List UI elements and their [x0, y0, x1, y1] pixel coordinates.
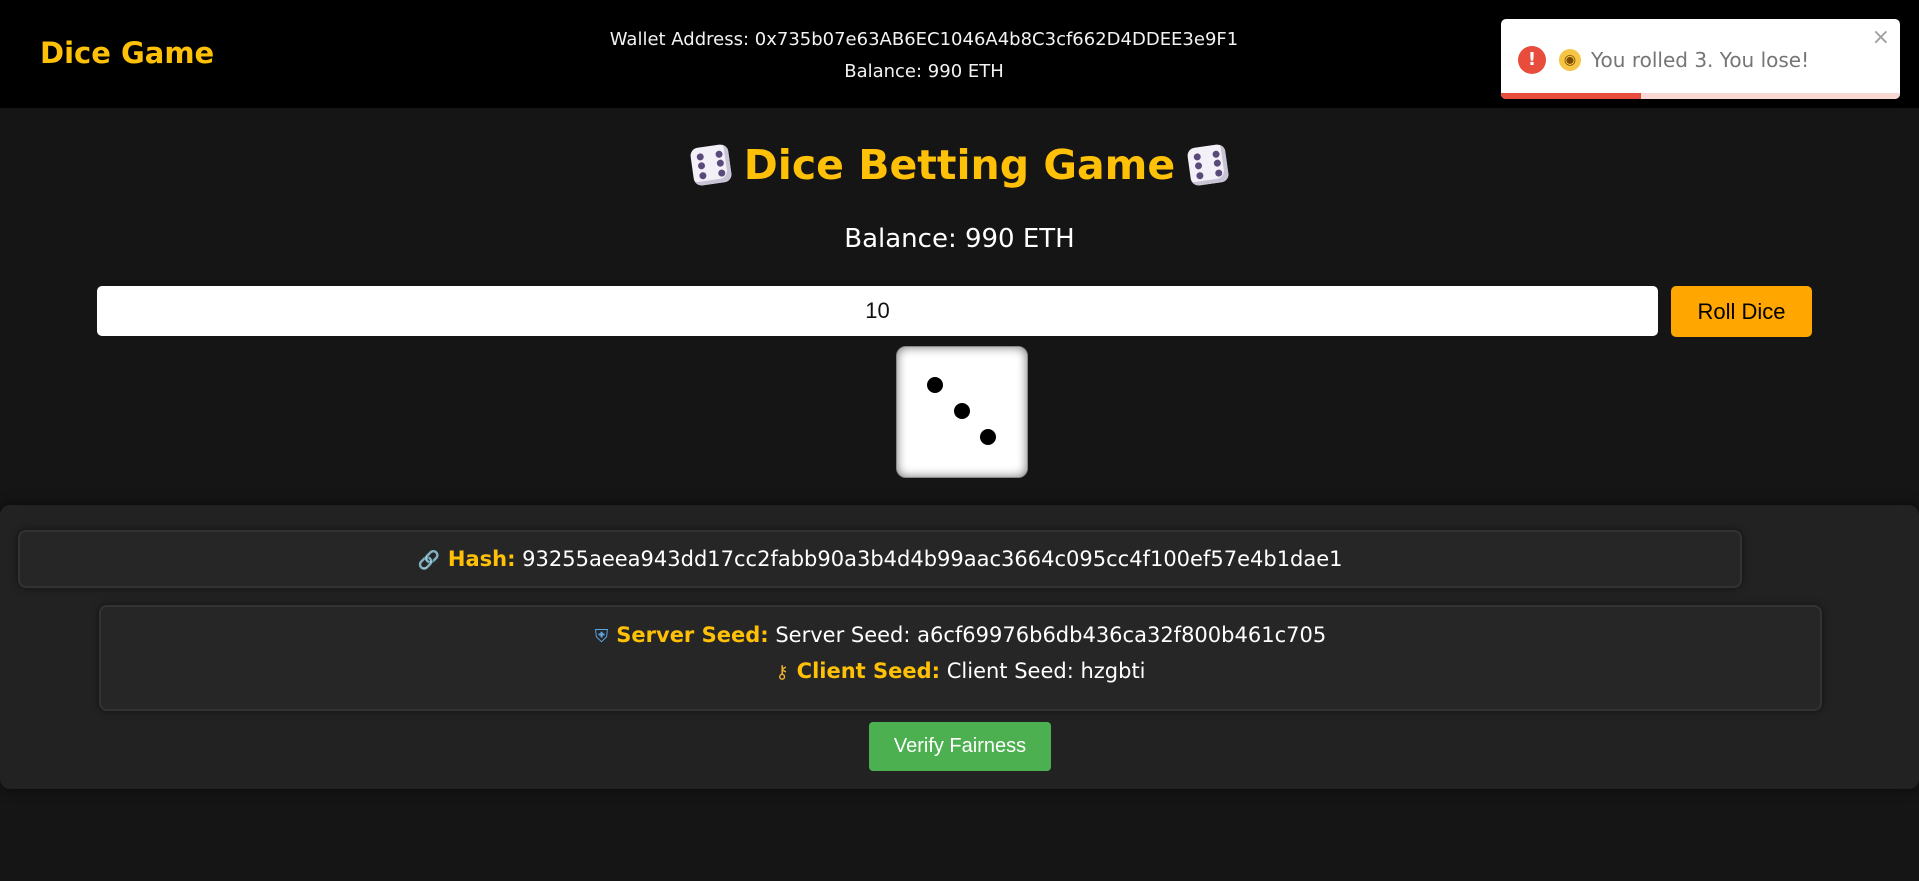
- header-balance: Balance: 990 ETH: [844, 61, 1004, 82]
- server-seed-label: Server Seed:: [616, 623, 769, 647]
- server-seed-row: ⛨ Server Seed: Server Seed: a6cf69976b6db…: [101, 623, 1820, 647]
- client-seed-label: Client Seed:: [796, 659, 941, 683]
- roll-dice-button[interactable]: Roll Dice: [1671, 286, 1812, 337]
- client-seed-row: ⚷ Client Seed: Client Seed: hzgbti: [101, 659, 1820, 683]
- title-text: Dice Betting Game: [743, 141, 1176, 189]
- hash-box: 🔗 Hash: 93255aeea943dd17cc2fabb90a3b4d4b9…: [18, 530, 1742, 588]
- close-icon[interactable]: ×: [1872, 25, 1890, 50]
- wallet-info: Wallet Address: 0x735b07e63AB6EC1046A4b8…: [550, 24, 1298, 88]
- dice-icon: [1186, 143, 1230, 187]
- client-seed-value: Client Seed: hzgbti: [946, 659, 1146, 683]
- hash-label: Hash:: [447, 547, 516, 571]
- dice-result: [896, 346, 1028, 478]
- link-icon: 🔗: [417, 550, 440, 571]
- dice-pip: [954, 403, 970, 419]
- dice-icon: [689, 143, 733, 187]
- hash-value: 93255aeea943dd17cc2fabb90a3b4d4b99aac366…: [522, 547, 1343, 571]
- bet-amount-input[interactable]: [97, 286, 1658, 336]
- brand-title[interactable]: Dice Game: [40, 36, 214, 70]
- flushed-face-icon: ◉: [1559, 49, 1581, 71]
- toast-progress-bar: [1501, 93, 1641, 99]
- seed-box: ⛨ Server Seed: Server Seed: a6cf69976b6db…: [99, 605, 1822, 711]
- key-icon: ⚷: [775, 662, 789, 683]
- result-toast[interactable]: ! ◉ You rolled 3. You lose! ×: [1501, 19, 1900, 99]
- dice-pip: [980, 429, 996, 445]
- balance-display: Balance: 990 ETH: [844, 224, 1075, 254]
- error-icon: !: [1518, 46, 1546, 74]
- dice-pip: [927, 377, 943, 393]
- shield-icon: ⛨: [594, 626, 609, 647]
- wallet-address: Wallet Address: 0x735b07e63AB6EC1046A4b8…: [609, 29, 1239, 50]
- fairness-panel: 🔗 Hash: 93255aeea943dd17cc2fabb90a3b4d4b9…: [0, 505, 1919, 789]
- verify-fairness-button[interactable]: Verify Fairness: [869, 722, 1051, 771]
- server-seed-value: Server Seed: a6cf69976b6db436ca32f800b46…: [775, 623, 1327, 647]
- page-title: Dice Betting Game: [0, 138, 1919, 189]
- toast-message: You rolled 3. You lose!: [1591, 48, 1810, 72]
